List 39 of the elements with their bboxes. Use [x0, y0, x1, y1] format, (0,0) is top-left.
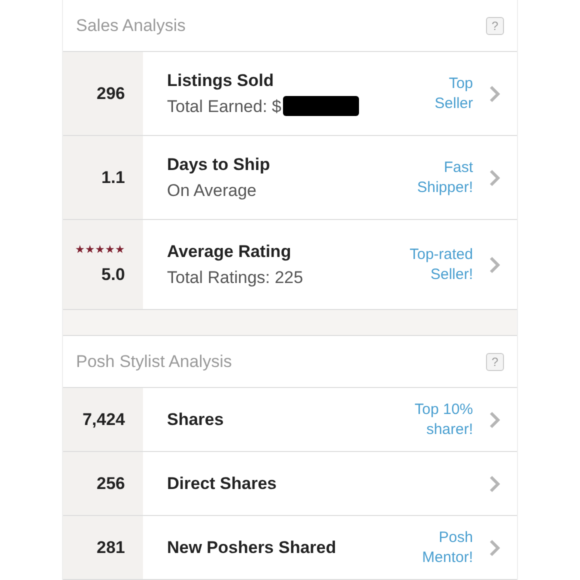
stat-title: Listings Sold [167, 70, 275, 92]
stat-title: Average Rating [167, 241, 292, 263]
chevron-right-icon [489, 410, 501, 428]
chevron-right-icon [489, 256, 501, 274]
star-icon: ★ [85, 242, 95, 258]
star-icon: ★ [105, 242, 115, 258]
stat-value: 1.1 [101, 166, 125, 189]
stat-title: New Poshers Shared [167, 536, 338, 559]
chevron-right-icon [489, 538, 501, 556]
achievement-label: Top 10% sharer! [414, 400, 473, 439]
stat-row[interactable]: 256 Direct Shares [63, 452, 517, 516]
section-title: Posh Stylist Analysis [76, 350, 232, 373]
achievement-label: Top Seller [434, 74, 473, 113]
stat-value: 296 [96, 82, 125, 105]
chevron-right-icon [489, 84, 501, 102]
stat-row[interactable]: ★★★★★ 5.0 Average Rating Total Ratings: 225 Top-rated Seller! [63, 220, 517, 310]
chevron-right-icon [489, 168, 501, 186]
star-icon: ★ [95, 242, 105, 258]
stat-subtitle: Total Ratings: 225 [167, 266, 304, 288]
stat-title: Shares [167, 408, 225, 431]
chevron-right-icon [489, 474, 501, 492]
stat-subtitle: On Average [167, 180, 256, 202]
stat-row[interactable]: 1.1 Days to Ship On Average Fast Shipper! [63, 136, 517, 220]
stat-row[interactable]: 7,424 Shares Top 10% sharer! [63, 388, 517, 452]
stat-value: 256 [96, 472, 125, 495]
achievement-label: Top-rated Seller! [410, 245, 473, 284]
stat-title: Direct Shares [167, 472, 278, 495]
section-title: Sales Analysis [76, 14, 186, 37]
stat-value: 5.0 [101, 264, 125, 286]
achievement-label: Fast Shipper! [417, 158, 473, 197]
achievement-label: Posh Mentor! [422, 528, 473, 567]
stat-row[interactable]: 281 New Poshers Shared Posh Mentor! [63, 516, 517, 580]
stat-subtitle: Total Earned: $ [167, 96, 282, 118]
stat-value: 7,424 [82, 408, 125, 431]
star-icon: ★ [115, 242, 125, 258]
star-icon: ★ [75, 242, 85, 258]
stat-value: 281 [96, 536, 125, 559]
stat-title: Days to Ship [167, 154, 271, 176]
stat-row[interactable]: 296 Listings Sold Total Earned: $ Top Seller [63, 52, 517, 136]
